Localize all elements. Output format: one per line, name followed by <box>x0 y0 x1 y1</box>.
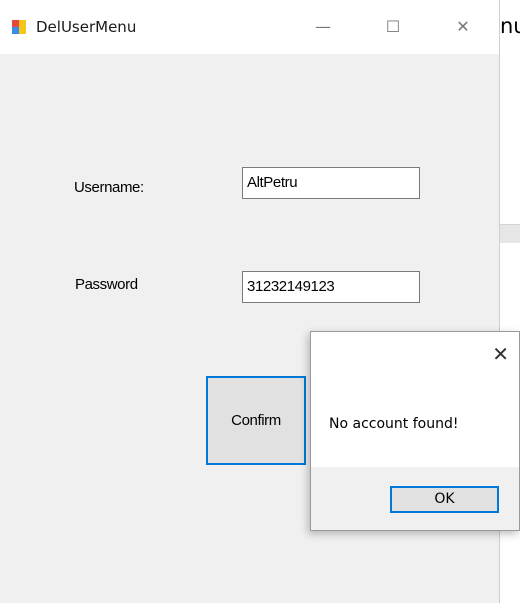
app-icon-yellow-tile-2 <box>19 27 26 34</box>
minimize-icon: — <box>315 17 331 36</box>
app-icon-yellow-tile <box>19 20 26 27</box>
app-window-icon <box>12 20 26 34</box>
minimize-button[interactable]: — <box>300 10 346 44</box>
app-icon-blue-tile <box>12 27 19 34</box>
password-input[interactable]: 31232149123 <box>242 271 420 303</box>
app-icon-red-tile <box>12 20 19 27</box>
message-footer: OK <box>311 467 519 530</box>
close-icon: ✕ <box>492 342 509 366</box>
username-label: Username: <box>74 179 144 196</box>
username-input[interactable]: AltPetru <box>242 167 420 199</box>
background-window-strip <box>498 224 520 243</box>
message-box: ✕ No account found! OK <box>310 331 520 531</box>
password-label: Password <box>75 276 138 293</box>
window-title: DelUserMenu <box>36 18 137 36</box>
message-close-button[interactable]: ✕ <box>492 342 509 366</box>
close-button[interactable]: ✕ <box>440 10 486 44</box>
background-window-title: nu <box>500 14 520 38</box>
title-bar[interactable]: DelUserMenu — ☐ ✕ <box>0 0 499 54</box>
message-text: No account found! <box>329 416 459 432</box>
maximize-button[interactable]: ☐ <box>370 10 416 44</box>
ok-button[interactable]: OK <box>390 486 499 513</box>
close-icon: ✕ <box>456 17 470 36</box>
confirm-button[interactable]: Confirm <box>206 376 306 465</box>
screen: nu DelUserMenu — ☐ ✕ Username: AltPetru … <box>0 0 520 603</box>
maximize-icon: ☐ <box>385 17 401 36</box>
